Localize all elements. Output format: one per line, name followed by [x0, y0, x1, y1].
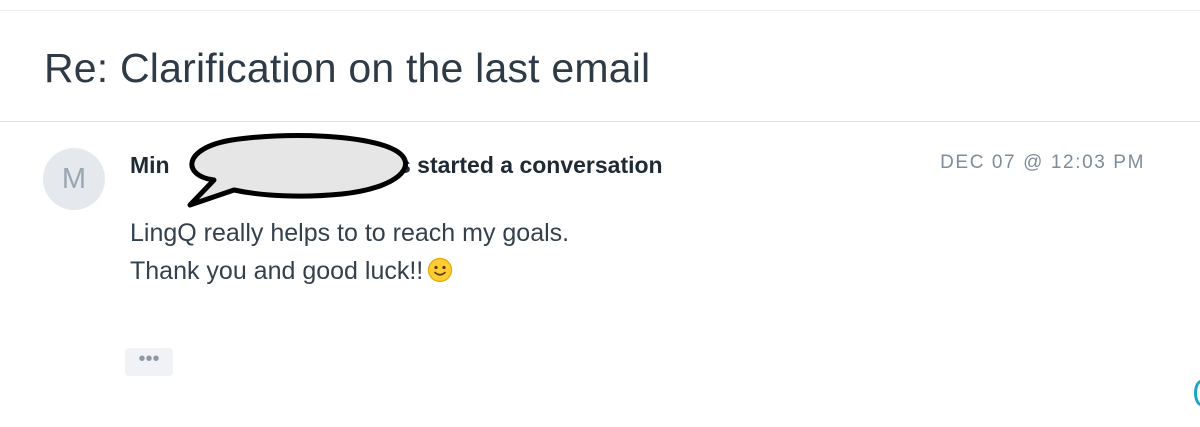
conversation-view: Re: Clarification on the last email M Mi…	[0, 0, 1200, 427]
message-item: M Min s started a conversation DEC 07 @ 1…	[0, 122, 1200, 427]
redaction-speech-bubble	[187, 133, 409, 208]
message-timestamp: DEC 07 @ 12:03 PM	[940, 152, 1145, 173]
conversation-subject: Re: Clarification on the last email	[44, 45, 651, 91]
show-more-button[interactable]: •••	[125, 348, 173, 376]
avatar[interactable]: M	[43, 148, 105, 210]
conversation-header: Re: Clarification on the last email	[0, 11, 1200, 122]
message-body-text: Thank you and good luck!!	[130, 257, 424, 285]
action-text: s started a conversation	[398, 152, 663, 178]
message-body-line: LingQ really helps to to reach my goals.	[130, 219, 570, 247]
slightly-smiling-face-icon	[427, 256, 453, 294]
message-body-line: Thank you and good luck!!	[130, 252, 569, 294]
message-body: LingQ really helps to to reach my goals.…	[130, 214, 569, 294]
